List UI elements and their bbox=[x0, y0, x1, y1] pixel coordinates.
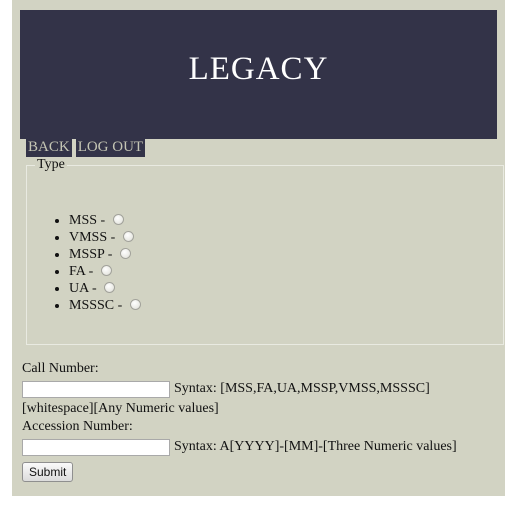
type-fieldset: Type MSS - VMSS - MSSP - FA - UA - bbox=[26, 157, 504, 345]
accession-number-row: Syntax: A[YYYY]-[MM]-[Three Numeric valu… bbox=[22, 436, 502, 458]
type-radio-fa[interactable] bbox=[100, 264, 112, 276]
call-number-label: Call Number: bbox=[22, 361, 99, 376]
nav-bar: BACK LOG OUT bbox=[26, 138, 146, 157]
type-radio-mssp[interactable] bbox=[119, 247, 131, 259]
logout-button[interactable]: LOG OUT bbox=[75, 138, 146, 157]
back-button[interactable]: BACK bbox=[26, 138, 72, 157]
type-option-label: UA - bbox=[69, 281, 97, 296]
app-title: LEGACY bbox=[188, 51, 329, 87]
type-option-label: FA - bbox=[69, 264, 94, 279]
call-number-input[interactable] bbox=[22, 380, 170, 398]
call-number-syntax-continued: [whitespace][Any Numeric values] bbox=[22, 401, 219, 416]
accession-number-syntax: Syntax: A[YYYY]-[MM]-[Three Numeric valu… bbox=[174, 439, 457, 454]
type-option-mssp: MSSP - bbox=[69, 246, 141, 263]
type-option-fa: FA - bbox=[69, 263, 141, 280]
type-option-mss: MSS - bbox=[69, 212, 141, 229]
header-banner: LEGACY bbox=[20, 10, 497, 139]
type-option-label: MSS - bbox=[69, 213, 106, 228]
type-radio-vmss[interactable] bbox=[122, 230, 134, 242]
submit-button[interactable]: Submit bbox=[22, 462, 74, 482]
call-number-row: Syntax: [MSS,FA,UA,MSSP,VMSS,MSSSC] bbox=[22, 378, 502, 400]
type-radio-ua[interactable] bbox=[104, 281, 116, 293]
type-option-label: MSSSC - bbox=[69, 298, 123, 313]
type-radio-mss[interactable] bbox=[112, 213, 124, 225]
type-option-vmss: VMSS - bbox=[69, 229, 141, 246]
type-option-msssc: MSSSC - bbox=[69, 297, 141, 314]
legacy-page: LEGACY BACK LOG OUT Type MSS - VMSS - MS… bbox=[12, 0, 505, 496]
type-legend: Type bbox=[37, 157, 65, 172]
call-number-syntax: Syntax: [MSS,FA,UA,MSSP,VMSS,MSSSC] bbox=[174, 381, 430, 396]
type-option-ua: UA - bbox=[69, 280, 141, 297]
type-option-label: VMSS - bbox=[69, 230, 116, 245]
type-radio-msssc[interactable] bbox=[129, 298, 141, 310]
accession-number-label: Accession Number: bbox=[22, 419, 133, 434]
search-form: Call Number: Syntax: [MSS,FA,UA,MSSP,VMS… bbox=[22, 360, 502, 482]
type-options-list: MSS - VMSS - MSSP - FA - UA - MSSSC - bbox=[69, 212, 141, 314]
type-option-label: MSSP - bbox=[69, 247, 113, 262]
accession-number-input[interactable] bbox=[22, 438, 170, 456]
